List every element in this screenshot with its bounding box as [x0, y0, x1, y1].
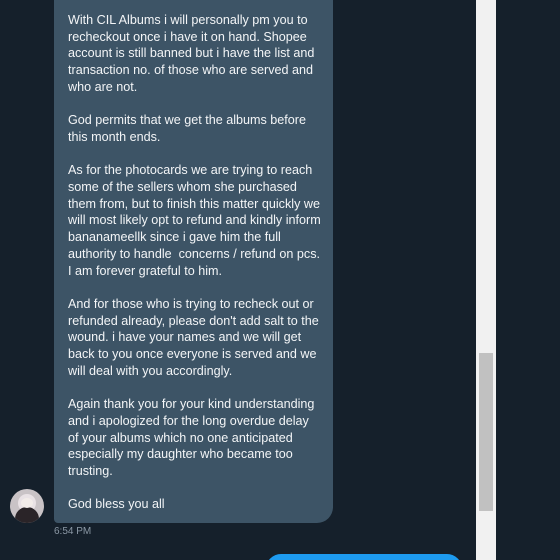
message-paragraph: With CIL Albums i will personally pm you… [68, 13, 318, 94]
message-timestamp: 6:54 PM [54, 526, 92, 537]
message-paragraph: God permits that we get the albums befor… [68, 113, 310, 144]
sender-avatar[interactable] [10, 489, 44, 523]
avatar-shape [15, 507, 39, 523]
conversation-panel: With CIL Albums i will personally pm you… [0, 0, 476, 560]
message-paragraph: Again thank you for your kind understand… [68, 397, 318, 478]
scrollbar-thumb[interactable] [479, 353, 493, 511]
right-pane [496, 0, 560, 560]
message-paragraph: And for those who is trying to recheck o… [68, 296, 323, 378]
message-paragraph: As for the photocards we are trying to r… [68, 163, 325, 278]
received-message-bubble[interactable]: With CIL Albums i will personally pm you… [54, 0, 333, 523]
sent-message-bubble[interactable] [266, 554, 462, 560]
conversation-scrollbar[interactable] [476, 0, 496, 560]
avatar-shape [21, 498, 33, 508]
message-paragraph: God bless you all [68, 497, 165, 512]
